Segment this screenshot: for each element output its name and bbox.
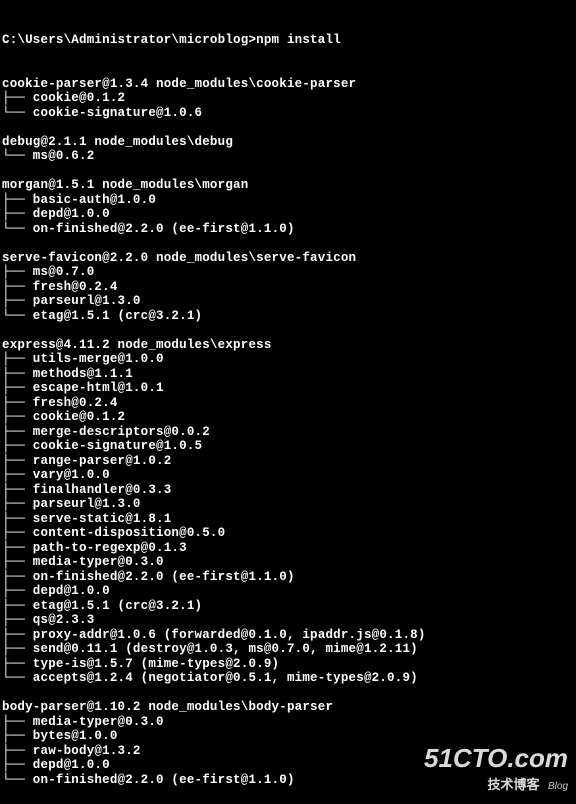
dep-line: ├── methods@1.1.1 [2,367,574,382]
dep-line: ├── type-is@1.5.7 (mime-types@2.0.9) [2,657,574,672]
dep-line: ├── media-typer@0.3.0 [2,715,574,730]
dep-line: ├── basic-auth@1.0.0 [2,193,574,208]
package-header: serve-favicon@2.2.0 node_modules\serve-f… [2,251,574,266]
blank-line [2,120,574,135]
dep-line: ├── on-finished@2.2.0 (ee-first@1.1.0) [2,570,574,585]
dep-line: ├── qs@2.3.3 [2,613,574,628]
npm-tree: cookie-parser@1.3.4 node_modules\cookie-… [2,77,574,788]
dep-line: ├── send@0.11.1 (destroy@1.0.3, ms@0.7.0… [2,642,574,657]
package-header: body-parser@1.10.2 node_modules\body-par… [2,700,574,715]
dep-line: ├── utils-merge@1.0.0 [2,352,574,367]
dep-line: ├── path-to-regexp@0.1.3 [2,541,574,556]
dep-line: ├── depd@1.0.0 [2,584,574,599]
dep-line: └── on-finished@2.2.0 (ee-first@1.1.0) [2,222,574,237]
package-header: morgan@1.5.1 node_modules\morgan [2,178,574,193]
blank-line [2,323,574,338]
blank-line [2,164,574,179]
watermark-site: 51CTO.com [424,743,568,774]
dep-line: ├── fresh@0.2.4 [2,280,574,295]
dep-line: ├── cookie@0.1.2 [2,91,574,106]
dep-line: ├── bytes@1.0.0 [2,729,574,744]
package-header: debug@2.1.1 node_modules\debug [2,135,574,150]
dep-line: └── ms@0.6.2 [2,149,574,164]
dep-line: ├── content-disposition@0.5.0 [2,526,574,541]
dep-line: ├── parseurl@1.3.0 [2,294,574,309]
watermark-subtitle: 技术博客 [488,777,540,792]
dep-line: ├── fresh@0.2.4 [2,396,574,411]
dep-line: ├── serve-static@1.8.1 [2,512,574,527]
dep-line: ├── cookie@0.1.2 [2,410,574,425]
blank-line [2,686,574,701]
dep-line: ├── escape-html@1.0.1 [2,381,574,396]
terminal-output: C:\Users\Administrator\microblog>npm ins… [0,0,576,804]
dep-line: ├── media-typer@0.3.0 [2,555,574,570]
dep-line: ├── etag@1.5.1 (crc@3.2.1) [2,599,574,614]
dep-line: ├── range-parser@1.0.2 [2,454,574,469]
command-prompt: C:\Users\Administrator\microblog>npm ins… [2,33,574,48]
dep-line: └── cookie-signature@1.0.6 [2,106,574,121]
blank-line [2,236,574,251]
package-header: cookie-parser@1.3.4 node_modules\cookie-… [2,77,574,92]
dep-line: ├── proxy-addr@1.0.6 (forwarded@0.1.0, i… [2,628,574,643]
dep-line: └── etag@1.5.1 (crc@3.2.1) [2,309,574,324]
dep-line: ├── finalhandler@0.3.3 [2,483,574,498]
package-header: express@4.11.2 node_modules\express [2,338,574,353]
dep-line: ├── vary@1.0.0 [2,468,574,483]
dep-line: ├── parseurl@1.3.0 [2,497,574,512]
dep-line: └── accepts@1.2.4 (negotiator@0.5.1, mim… [2,671,574,686]
dep-line: ├── ms@0.7.0 [2,265,574,280]
watermark: 51CTO.com 技术博客 Blog [424,743,568,794]
dep-line: ├── depd@1.0.0 [2,207,574,222]
watermark-blog: Blog [548,781,568,792]
dep-line: ├── cookie-signature@1.0.5 [2,439,574,454]
dep-line: ├── merge-descriptors@0.0.2 [2,425,574,440]
